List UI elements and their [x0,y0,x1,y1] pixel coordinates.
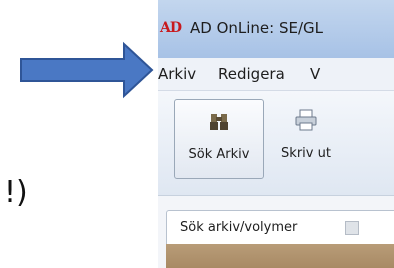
menu-item-arkiv[interactable]: Arkiv [158,65,196,83]
binoculars-icon [210,114,228,130]
app-logo: AD [160,20,182,36]
menu-bar: Arkiv Redigera V [158,58,394,91]
search-archive-button[interactable]: Sök Arkiv [174,99,264,179]
content-preview [166,244,394,268]
toolbar: Sök Arkiv Skriv ut [158,91,394,196]
pointer-arrow-icon [20,41,154,99]
printer-icon [295,109,317,131]
close-icon[interactable] [345,221,359,235]
annotation-text: !) [4,175,28,210]
search-archive-label: Sök Arkiv [188,147,250,162]
window-title: AD OnLine: SE/GL [190,19,324,37]
tab-label: Sök arkiv/volymer [180,220,298,235]
print-button[interactable]: Skriv ut [266,99,346,177]
application-window: AD AD OnLine: SE/GL Arkiv Redigera V Sök… [158,0,394,268]
title-bar: AD AD OnLine: SE/GL [158,0,394,58]
menu-item-redigera[interactable]: Redigera [218,65,285,83]
tab-search-archive-volumes[interactable]: Sök arkiv/volymer [166,210,394,245]
menu-item-visa[interactable]: V [310,65,320,83]
print-label: Skriv ut [281,146,331,161]
tab-area: Sök arkiv/volymer [158,196,394,268]
